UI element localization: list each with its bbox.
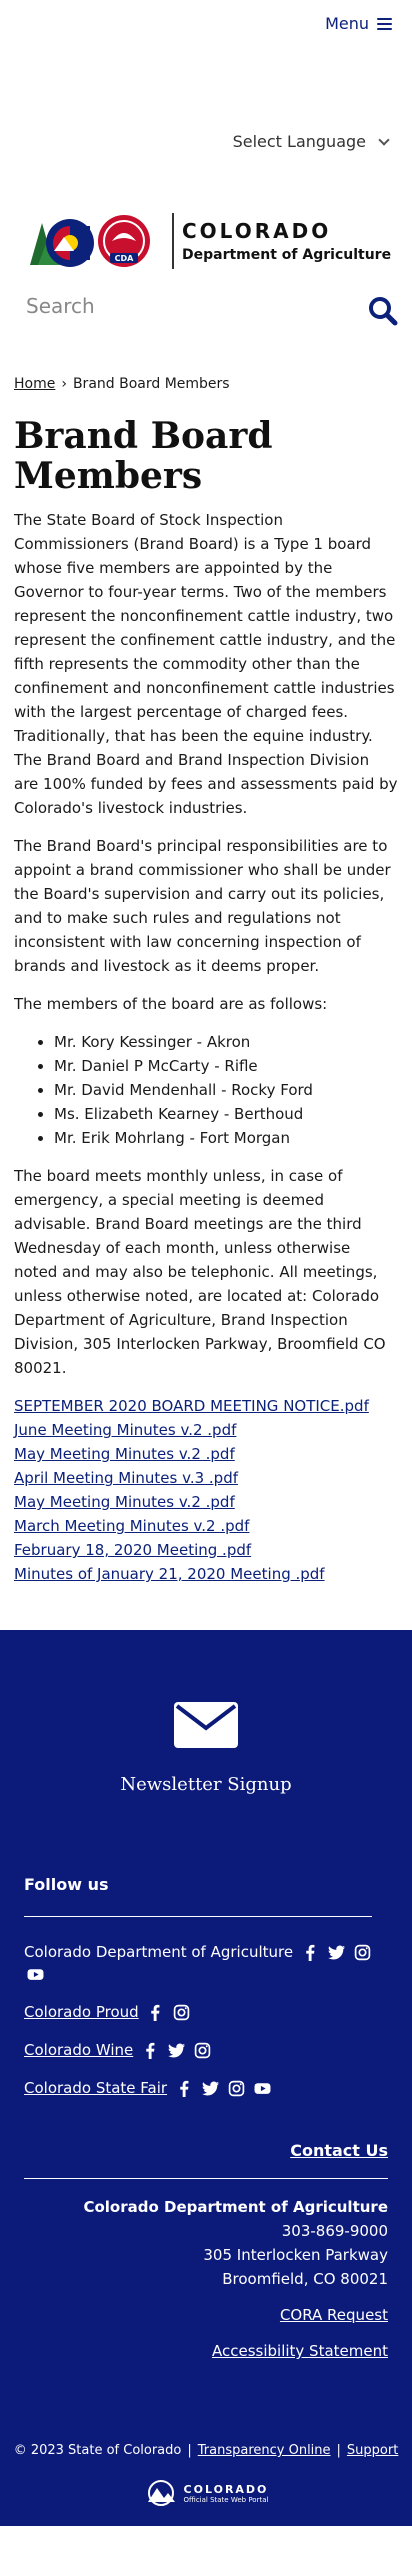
instagram-icon[interactable]: [171, 2001, 193, 2023]
language-row: Select Language: [0, 52, 412, 151]
meetings-paragraph: The board meets monthly unless, in case …: [14, 1167, 386, 1377]
address-line-1: 305 Interlocken Parkway: [203, 2246, 388, 2264]
facebook-icon[interactable]: [139, 2039, 161, 2061]
members-intro: The members of the board are as follows:: [14, 995, 328, 1013]
footer-links: © 2023 State of Colorado | Transparency On…: [13, 2443, 399, 2458]
list-item: Ms. Elizabeth Kearney - Berthoud: [54, 1102, 398, 1126]
menu-label: Menu: [325, 14, 369, 33]
search-icon[interactable]: [368, 296, 398, 326]
footer-bottom: © 2023 State of Colorado | Transparency On…: [0, 2363, 412, 2526]
site-footer: Newsletter Signup Follow us Colorado Dep…: [0, 1630, 412, 2526]
social-label: Colorado Department of Agriculture: [24, 1943, 294, 1961]
instagram-icon[interactable]: [351, 1941, 373, 1963]
responsibilities-paragraph: The Brand Board's principal responsibili…: [14, 837, 391, 975]
instagram-icon[interactable]: [191, 2039, 213, 2061]
social-row-colorado-proud: Colorado Proud: [24, 2001, 388, 2023]
newsletter-label: Newsletter Signup: [120, 1774, 292, 1795]
list-item: Mr. Daniel P McCarty - Rifle: [54, 1054, 398, 1078]
members-list: Mr. Kory Kessinger - Akron Mr. Daniel P …: [14, 1030, 398, 1150]
divider: [24, 2178, 388, 2179]
document-link[interactable]: June Meeting Minutes v.2 .pdf: [14, 1418, 398, 1442]
social-row-cda: Colorado Department of Agriculture: [24, 1941, 388, 1985]
menu-button[interactable]: Menu: [325, 14, 392, 33]
contact-us: Contact Us: [0, 2141, 412, 2160]
follow-us: Follow us Colorado Department of Agricul…: [0, 1875, 412, 2099]
hamburger-icon: [377, 17, 392, 30]
search-input[interactable]: [26, 294, 346, 318]
youtube-icon[interactable]: [251, 2077, 273, 2099]
social-row-colorado-wine: Colorado Wine: [24, 2039, 388, 2061]
footer-address: Colorado Department of Agriculture 303-8…: [0, 2195, 412, 2363]
envelope-icon: [174, 1702, 238, 1748]
follow-heading: Follow us: [24, 1875, 109, 1894]
breadcrumb: Home › Brand Board Members: [14, 376, 398, 392]
state-logo-text: COLORADO Official State Web Portal: [184, 2483, 269, 2504]
document-link[interactable]: SEPTEMBER 2020 BOARD MEETING NOTICE.pdf: [14, 1394, 398, 1418]
state-logo-title: COLORADO: [183, 2482, 269, 2496]
main-content: Home › Brand Board Members Brand Board Mem…: [0, 376, 412, 1586]
breadcrumb-home-link[interactable]: Home: [14, 376, 55, 392]
state-portal-logo[interactable]: COLORADO Official State Web Portal: [0, 2480, 412, 2506]
divider: [24, 1916, 372, 1917]
twitter-icon[interactable]: [325, 1941, 347, 1963]
breadcrumb-current: Brand Board Members: [72, 376, 230, 392]
list-item: Mr. Erik Mohrlang - Fort Morgan: [54, 1126, 398, 1150]
intro-paragraph: The State Board of Stock Inspection Comm…: [14, 511, 398, 817]
search-row: [0, 264, 412, 354]
facebook-icon[interactable]: [299, 1941, 321, 1963]
list-item: Mr. David Mendenhall - Rocky Ford: [54, 1078, 398, 1102]
logo-row: CDA COLORADO Department of Agriculture: [0, 134, 412, 269]
state-logo-subtitle: Official State Web Portal: [183, 2495, 269, 2504]
document-link[interactable]: April Meeting Minutes v.3 .pdf: [14, 1466, 398, 1490]
support-link[interactable]: Support: [347, 2443, 398, 2458]
accessibility-statement-link[interactable]: Accessibility Statement: [24, 2339, 388, 2363]
document-link[interactable]: March Meeting Minutes v.2 .pdf: [14, 1514, 398, 1538]
twitter-icon[interactable]: [199, 2077, 221, 2099]
social-row-colorado-state-fair: Colorado State Fair: [24, 2077, 388, 2099]
newsletter-signup[interactable]: Newsletter Signup: [0, 1630, 412, 1795]
facebook-icon[interactable]: [145, 2001, 167, 2023]
social-link[interactable]: Colorado Wine: [24, 2039, 133, 2061]
logo-badge: CDA: [115, 254, 135, 263]
cora-request-link[interactable]: CORA Request: [24, 2303, 388, 2327]
youtube-icon[interactable]: [24, 1963, 46, 1985]
mountain-logo-icon: [147, 2480, 175, 2506]
logo-title: COLORADO: [182, 219, 332, 243]
transparency-online-link[interactable]: Transparency Online: [198, 2443, 331, 2458]
breadcrumb-separator: ›: [61, 376, 67, 392]
address-line-2: Broomfield, CO 80021: [222, 2270, 388, 2288]
twitter-icon[interactable]: [165, 2039, 187, 2061]
documents-list: SEPTEMBER 2020 BOARD MEETING NOTICE.pdf …: [14, 1394, 398, 1586]
copyright: © 2023 State of Colorado: [13, 2443, 182, 2458]
document-link[interactable]: May Meeting Minutes v.2 .pdf: [14, 1442, 398, 1466]
instagram-icon[interactable]: [225, 2077, 247, 2099]
top-bar: Menu: [0, 0, 412, 52]
document-link[interactable]: February 18, 2020 Meeting .pdf: [14, 1538, 398, 1562]
list-item: Mr. Kory Kessinger - Akron: [54, 1030, 398, 1054]
document-link[interactable]: Minutes of January 21, 2020 Meeting .pdf: [14, 1562, 398, 1586]
contact-us-link[interactable]: Contact Us: [290, 2141, 388, 2160]
phone-number: 303-869-9000: [281, 2222, 388, 2240]
page-title: Brand Board Members: [14, 415, 273, 497]
org-name: Colorado Department of Agriculture: [83, 2198, 388, 2216]
document-link[interactable]: May Meeting Minutes v.2 .pdf: [14, 1490, 398, 1514]
facebook-icon[interactable]: [173, 2077, 195, 2099]
social-link[interactable]: Colorado Proud: [24, 2001, 139, 2023]
social-link[interactable]: Colorado State Fair: [24, 2077, 167, 2099]
logo-text: COLORADO Department of Agriculture: [182, 219, 391, 263]
logo-subtitle: Department of Agriculture: [182, 247, 392, 263]
logo-divider: [172, 213, 174, 269]
